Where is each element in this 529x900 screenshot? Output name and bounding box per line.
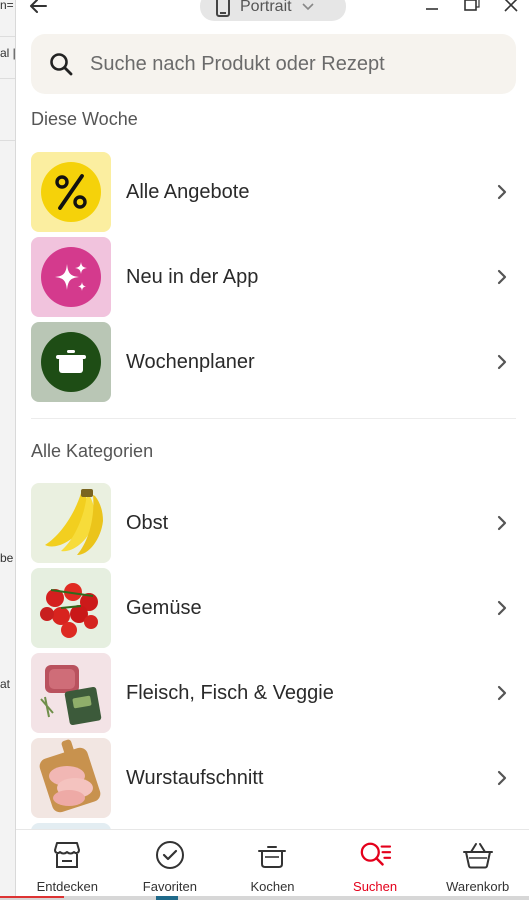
- device-orientation-label: Portrait: [240, 0, 292, 15]
- list-item-label: Neu in der App: [126, 265, 259, 288]
- host-fragment: be: [0, 551, 14, 565]
- list-item-new-in-app[interactable]: Neu in der App: [31, 237, 516, 317]
- bottom-navigation: Entdecken Favoriten Kochen Suchen Warenk…: [16, 829, 529, 900]
- banana-image: [31, 483, 111, 563]
- basket-icon: [462, 839, 494, 871]
- nav-tab-favorites[interactable]: Favoriten: [119, 830, 222, 900]
- pot-icon: [256, 839, 288, 871]
- nav-tab-label: Favoriten: [142, 879, 197, 894]
- section-divider: [31, 418, 516, 419]
- nav-tab-discover[interactable]: Entdecken: [16, 830, 119, 900]
- close-icon[interactable]: [499, 0, 523, 16]
- category-label: Gemüse: [126, 596, 202, 619]
- search-placeholder: Suche nach Produkt oder Rezept: [90, 52, 385, 75]
- list-item-week-planner[interactable]: Wochenplaner: [31, 322, 516, 402]
- nav-tab-search[interactable]: Suchen: [324, 830, 427, 900]
- chevron-right-icon: [490, 511, 514, 535]
- nav-tab-label: Kochen: [250, 879, 295, 894]
- nav-tab-cart[interactable]: Warenkorb: [426, 830, 529, 900]
- category-item-fruit[interactable]: Obst: [31, 483, 516, 563]
- chevron-right-icon: [490, 180, 514, 204]
- category-label: Obst: [126, 511, 169, 534]
- search-list-icon: [359, 839, 392, 871]
- chevron-right-icon: [490, 766, 514, 790]
- list-item-label: Alle Angebote: [126, 180, 250, 203]
- app-page: n= al | be at Portrait Suche nach Produk…: [0, 0, 529, 900]
- search-icon: [50, 53, 73, 76]
- meat-image: [31, 653, 111, 733]
- taskbar-strip: [0, 896, 529, 900]
- minimize-icon[interactable]: [420, 0, 444, 16]
- maximize-icon[interactable]: [460, 0, 484, 16]
- host-fragment: al |: [0, 46, 16, 60]
- host-fragment: at: [0, 677, 11, 691]
- search-input[interactable]: Suche nach Produkt oder Rezept: [31, 34, 516, 94]
- chevron-down-icon: [302, 2, 314, 10]
- back-arrow-icon[interactable]: [26, 0, 50, 18]
- nav-tab-label: Suchen: [353, 879, 398, 894]
- store-icon: [51, 839, 83, 871]
- chevron-right-icon: [490, 596, 514, 620]
- nav-tab-label: Entdecken: [36, 879, 99, 894]
- category-label: Fleisch, Fisch & Veggie: [126, 681, 334, 704]
- category-label: Wurstaufschnitt: [126, 766, 264, 789]
- host-fragment: n=: [0, 0, 14, 12]
- nav-tab-label: Warenkorb: [446, 879, 510, 894]
- phone-icon: [216, 0, 230, 17]
- list-item-all-offers[interactable]: Alle Angebote: [31, 152, 516, 232]
- pot-icon: [31, 322, 111, 402]
- list-item-label: Wochenplaner: [126, 350, 255, 373]
- section-title-all-categories: Alle Kategorien: [31, 441, 154, 461]
- chevron-right-icon: [490, 681, 514, 705]
- cold-cuts-image: [31, 738, 111, 818]
- category-item-vegetables[interactable]: Gemüse: [31, 568, 516, 648]
- section-title-this-week: Diese Woche: [31, 109, 138, 129]
- background-window: n= al | be at: [0, 0, 16, 900]
- category-item-meat-fish-veggie[interactable]: Fleisch, Fisch & Veggie: [31, 653, 516, 733]
- percent-icon: [31, 152, 111, 232]
- sparkles-icon: [31, 237, 111, 317]
- category-item-cold-cuts[interactable]: Wurstaufschnitt: [31, 738, 516, 818]
- check-circle-icon: [154, 839, 186, 871]
- chevron-right-icon: [490, 265, 514, 289]
- chevron-right-icon: [490, 350, 514, 374]
- nav-tab-cooking[interactable]: Kochen: [221, 830, 324, 900]
- device-orientation-toggle[interactable]: Portrait: [200, 0, 346, 21]
- top-bar: Portrait: [16, 0, 529, 24]
- tomato-image: [31, 568, 111, 648]
